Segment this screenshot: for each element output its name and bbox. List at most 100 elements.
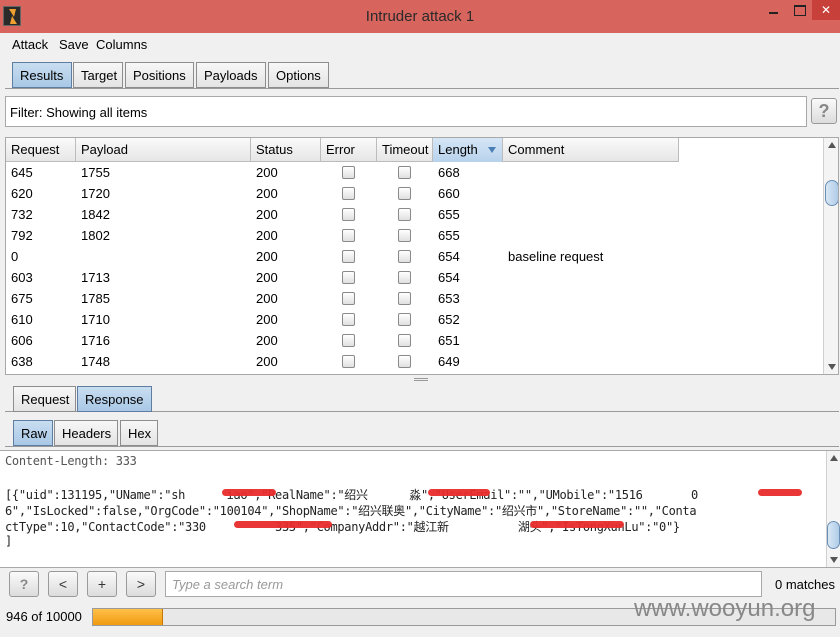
response-header-line: Content-Length: 333 bbox=[5, 454, 137, 468]
tab-results[interactable]: Results bbox=[12, 62, 72, 88]
cell-comment: baseline request bbox=[508, 249, 604, 264]
editor-scrollbar[interactable] bbox=[826, 451, 840, 567]
column-error[interactable]: Error bbox=[321, 138, 377, 162]
next-match-button[interactable]: > bbox=[126, 571, 156, 597]
timeout-checkbox bbox=[398, 208, 411, 221]
cell-request: 638 bbox=[11, 354, 33, 369]
timeout-checkbox bbox=[398, 292, 411, 305]
filter-help-button[interactable]: ? bbox=[811, 98, 837, 124]
cell-status: 200 bbox=[256, 165, 278, 180]
cell-length: 653 bbox=[438, 291, 460, 306]
search-help-button[interactable]: ? bbox=[9, 571, 39, 597]
previous-match-button[interactable]: < bbox=[48, 571, 78, 597]
table-scrollbar[interactable] bbox=[823, 138, 838, 374]
tab-headers[interactable]: Headers bbox=[54, 420, 118, 446]
timeout-checkbox bbox=[398, 271, 411, 284]
close-button[interactable]: ✕ bbox=[812, 0, 840, 20]
menu-bar: Attack Save Columns bbox=[0, 33, 840, 57]
table-row[interactable]: 645 1755 200 668 bbox=[6, 163, 679, 184]
match-count: 0 matches bbox=[775, 577, 835, 592]
table-row[interactable]: 606 1716 200 651 bbox=[6, 331, 679, 352]
scroll-up-icon[interactable] bbox=[830, 455, 838, 461]
cell-status: 200 bbox=[256, 354, 278, 369]
table-row[interactable]: 603 1713 200 654 bbox=[6, 268, 679, 289]
table-row[interactable]: 675 1785 200 653 bbox=[6, 289, 679, 310]
cell-request: 606 bbox=[11, 333, 33, 348]
redaction-mark bbox=[428, 489, 490, 496]
timeout-checkbox bbox=[398, 229, 411, 242]
response-body-line: [{"uid":131195,"UName":"sh iao","RealNam… bbox=[5, 488, 698, 502]
scroll-down-icon[interactable] bbox=[828, 364, 836, 370]
cell-length: 654 bbox=[438, 249, 460, 264]
redaction-mark bbox=[234, 521, 332, 528]
timeout-checkbox bbox=[398, 355, 411, 368]
table-row[interactable]: 638 1748 200 649 bbox=[6, 352, 679, 373]
table-scroll-thumb[interactable] bbox=[825, 180, 838, 206]
response-body-line: 6","IsLocked":false,"OrgCode":"100104","… bbox=[5, 504, 697, 518]
cell-status: 200 bbox=[256, 186, 278, 201]
cell-status: 200 bbox=[256, 270, 278, 285]
cell-status: 200 bbox=[256, 333, 278, 348]
error-checkbox bbox=[342, 208, 355, 221]
cell-request: 792 bbox=[11, 228, 33, 243]
editor-scroll-thumb[interactable] bbox=[827, 521, 840, 549]
cell-length: 652 bbox=[438, 312, 460, 327]
table-row[interactable]: 0 200 654 baseline request bbox=[6, 247, 679, 268]
sort-descending-icon bbox=[488, 147, 496, 153]
tab-request[interactable]: Request bbox=[13, 386, 76, 412]
scroll-up-icon[interactable] bbox=[828, 142, 836, 148]
cell-request: 0 bbox=[11, 249, 19, 264]
column-status[interactable]: Status bbox=[251, 138, 321, 162]
column-comment[interactable]: Comment bbox=[503, 138, 679, 162]
pane-splitter[interactable] bbox=[0, 376, 840, 382]
filter-bar[interactable]: Filter: Showing all items bbox=[5, 96, 807, 127]
scroll-down-icon[interactable] bbox=[830, 557, 838, 563]
column-length[interactable]: Length bbox=[433, 138, 503, 162]
redaction-mark bbox=[222, 489, 276, 496]
title-bar: Intruder attack 1 ✕ bbox=[0, 0, 840, 33]
error-checkbox bbox=[342, 271, 355, 284]
tab-target[interactable]: Target bbox=[73, 62, 123, 88]
error-checkbox bbox=[342, 229, 355, 242]
tab-positions[interactable]: Positions bbox=[125, 62, 194, 88]
table-row[interactable]: 620 1720 200 660 bbox=[6, 184, 679, 205]
maximize-button[interactable] bbox=[788, 0, 812, 20]
cell-payload: 1748 bbox=[81, 354, 110, 369]
timeout-checkbox bbox=[398, 313, 411, 326]
error-checkbox bbox=[342, 166, 355, 179]
add-search-button[interactable]: + bbox=[87, 571, 117, 597]
progress-label: 946 of 10000 bbox=[6, 609, 82, 624]
menu-attack[interactable]: Attack bbox=[12, 37, 48, 52]
cell-payload: 1720 bbox=[81, 186, 110, 201]
timeout-checkbox bbox=[398, 250, 411, 263]
column-timeout[interactable]: Timeout bbox=[377, 138, 433, 162]
tab-options[interactable]: Options bbox=[268, 62, 329, 88]
cell-status: 200 bbox=[256, 228, 278, 243]
column-request[interactable]: Request bbox=[6, 138, 76, 162]
column-payload[interactable]: Payload bbox=[76, 138, 251, 162]
table-row[interactable]: 792 1802 200 655 bbox=[6, 226, 679, 247]
cell-request: 603 bbox=[11, 270, 33, 285]
timeout-checkbox bbox=[398, 187, 411, 200]
menu-columns[interactable]: Columns bbox=[96, 37, 147, 52]
cell-status: 200 bbox=[256, 291, 278, 306]
error-checkbox bbox=[342, 313, 355, 326]
minimize-button[interactable] bbox=[760, 0, 786, 20]
error-checkbox bbox=[342, 334, 355, 347]
search-input[interactable] bbox=[165, 571, 762, 597]
cell-request: 732 bbox=[11, 207, 33, 222]
tab-hex[interactable]: Hex bbox=[120, 420, 158, 446]
tab-response[interactable]: Response bbox=[77, 386, 152, 412]
cell-status: 200 bbox=[256, 207, 278, 222]
table-row[interactable]: 610 1710 200 652 bbox=[6, 310, 679, 331]
response-editor[interactable]: Content-Length: 333 [{"uid":131195,"UNam… bbox=[0, 450, 840, 568]
menu-save[interactable]: Save bbox=[59, 37, 89, 52]
cell-payload: 1755 bbox=[81, 165, 110, 180]
cell-length: 655 bbox=[438, 207, 460, 222]
cell-payload: 1842 bbox=[81, 207, 110, 222]
tab-payloads[interactable]: Payloads bbox=[196, 62, 266, 88]
tab-raw[interactable]: Raw bbox=[13, 420, 53, 446]
table-row[interactable]: 732 1842 200 655 bbox=[6, 205, 679, 226]
redaction-mark bbox=[758, 489, 802, 496]
splitter-grip-icon bbox=[414, 378, 428, 381]
